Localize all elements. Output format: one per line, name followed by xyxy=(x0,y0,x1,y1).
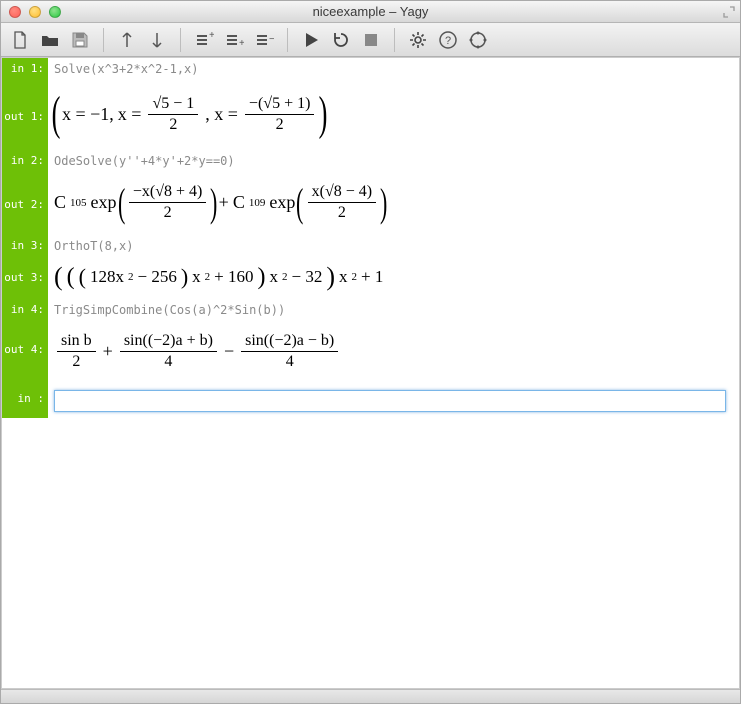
toolbar-separator xyxy=(287,28,288,52)
fraction-numerator: −x(√8 + 4) xyxy=(129,182,206,203)
fraction-denominator: 4 xyxy=(160,352,176,372)
community-icon[interactable] xyxy=(465,27,491,53)
fraction-denominator: 2 xyxy=(68,352,84,372)
math-text: exp xyxy=(269,192,295,213)
window-controls xyxy=(1,6,61,18)
subscript: 105 xyxy=(70,197,87,209)
cell-row: out 2: C105 exp ( −x(√8 + 4) 2 ) + C109 xyxy=(2,172,739,235)
input-cell[interactable]: OdeSolve(y''+4*y'+2*y==0) xyxy=(48,150,739,172)
open-file-icon[interactable] xyxy=(37,27,63,53)
cell-row: in 2: OdeSolve(y''+4*y'+2*y==0) xyxy=(2,150,739,172)
fraction-numerator: sin((−2)a − b) xyxy=(241,331,338,352)
svg-text:−: − xyxy=(269,34,274,45)
fraction-denominator: 2 xyxy=(334,203,350,223)
titlebar[interactable]: niceexample – Yagy xyxy=(1,1,740,23)
fraction-numerator: √5 − 1 xyxy=(148,94,198,115)
worksheet: in 1: Solve(x^3+2*x^2-1,x) out 1: ( x = … xyxy=(1,57,740,689)
cell-row: out 3: ( ( ( 128x2 − 256 ) x2 + 160 ) x2… xyxy=(2,257,739,299)
toolbar-separator xyxy=(180,28,181,52)
fraction-numerator: sin b xyxy=(57,331,96,352)
gutter-label-in: in 3: xyxy=(2,235,48,257)
math-text: C xyxy=(54,192,66,213)
restart-icon[interactable] xyxy=(328,27,354,53)
math-text: exp xyxy=(91,192,117,213)
subscript: 109 xyxy=(249,197,266,209)
cell-row: in : xyxy=(2,384,739,418)
svg-text:?: ? xyxy=(445,35,451,47)
fullscreen-icon[interactable] xyxy=(722,5,736,19)
move-up-icon[interactable] xyxy=(114,27,140,53)
output-cell: C105 exp ( −x(√8 + 4) 2 ) + C109 exp ( xyxy=(48,172,739,235)
fraction-numerator: sin((−2)a + b) xyxy=(120,331,217,352)
gutter-label-out: out 4: xyxy=(2,321,48,384)
cell-row: in 1: Solve(x^3+2*x^2-1,x) xyxy=(2,58,739,80)
minimize-window-button[interactable] xyxy=(29,6,41,18)
toolbar: + + − ? xyxy=(1,23,740,57)
zoom-window-button[interactable] xyxy=(49,6,61,18)
settings-icon[interactable] xyxy=(405,27,431,53)
run-icon[interactable] xyxy=(298,27,324,53)
cell-row: in 3: OrthoT(8,x) xyxy=(2,235,739,257)
fraction-denominator: 2 xyxy=(160,203,176,223)
math-text: x = xyxy=(118,104,142,125)
app-window: niceexample – Yagy + + − xyxy=(0,0,741,704)
cell-row: out 4: sin b 2 + sin((−2)a + b) 4 − xyxy=(2,321,739,384)
save-file-icon[interactable] xyxy=(67,27,93,53)
new-file-icon[interactable] xyxy=(7,27,33,53)
insert-above-icon[interactable]: + xyxy=(191,27,217,53)
cell-row: in 4: TrigSimpCombine(Cos(a)^2*Sin(b)) xyxy=(2,299,739,321)
toolbar-separator xyxy=(103,28,104,52)
current-input-cell xyxy=(48,384,739,418)
move-down-icon[interactable] xyxy=(144,27,170,53)
gutter-label-in: in : xyxy=(2,384,48,418)
output-cell: ( ( ( 128x2 − 256 ) x2 + 160 ) x2 − 32 )… xyxy=(48,257,739,299)
help-icon[interactable]: ? xyxy=(435,27,461,53)
fraction-denominator: 2 xyxy=(272,115,288,135)
fraction-numerator: x(√8 − 4) xyxy=(308,182,376,203)
gutter-label-in: in 1: xyxy=(2,58,48,80)
input-cell[interactable]: Solve(x^3+2*x^2-1,x) xyxy=(48,58,739,80)
svg-text:+: + xyxy=(209,30,214,41)
output-cell: ( x = −1, x = √5 − 1 2 , x = −(√5 + 1) xyxy=(48,80,739,150)
cell-row: out 1: ( x = −1, x = √5 − 1 2 , x = xyxy=(2,80,739,150)
fraction-denominator: 4 xyxy=(282,352,298,372)
output-cell: sin b 2 + sin((−2)a + b) 4 − sin((−2)a −… xyxy=(48,321,739,384)
close-window-button[interactable] xyxy=(9,6,21,18)
math-text: − xyxy=(224,341,234,362)
gutter-label-out: out 3: xyxy=(2,257,48,299)
toolbar-separator xyxy=(394,28,395,52)
math-text: C xyxy=(233,192,245,213)
fraction-numerator: −(√5 + 1) xyxy=(245,94,315,115)
statusbar xyxy=(1,689,740,703)
fraction-denominator: 2 xyxy=(165,115,181,135)
svg-text:+: + xyxy=(239,38,244,49)
cells-column: in 1: Solve(x^3+2*x^2-1,x) out 1: ( x = … xyxy=(2,58,739,688)
gutter-label-out: out 2: xyxy=(2,172,48,235)
gutter-label-in: in 4: xyxy=(2,299,48,321)
command-input[interactable] xyxy=(54,390,726,412)
gutter-label-in: in 2: xyxy=(2,150,48,172)
window-title: niceexample – Yagy xyxy=(1,4,740,19)
delete-cell-icon[interactable]: − xyxy=(251,27,277,53)
filler xyxy=(2,418,739,688)
math-text: + xyxy=(219,192,229,213)
gutter-label-out: out 1: xyxy=(2,80,48,150)
input-cell[interactable]: TrigSimpCombine(Cos(a)^2*Sin(b)) xyxy=(48,299,739,321)
math-text: + xyxy=(103,341,113,362)
insert-below-icon[interactable]: + xyxy=(221,27,247,53)
math-text: , x = xyxy=(205,104,238,125)
math-text: x = −1, xyxy=(62,104,114,125)
stop-icon[interactable] xyxy=(358,27,384,53)
input-cell[interactable]: OrthoT(8,x) xyxy=(48,235,739,257)
